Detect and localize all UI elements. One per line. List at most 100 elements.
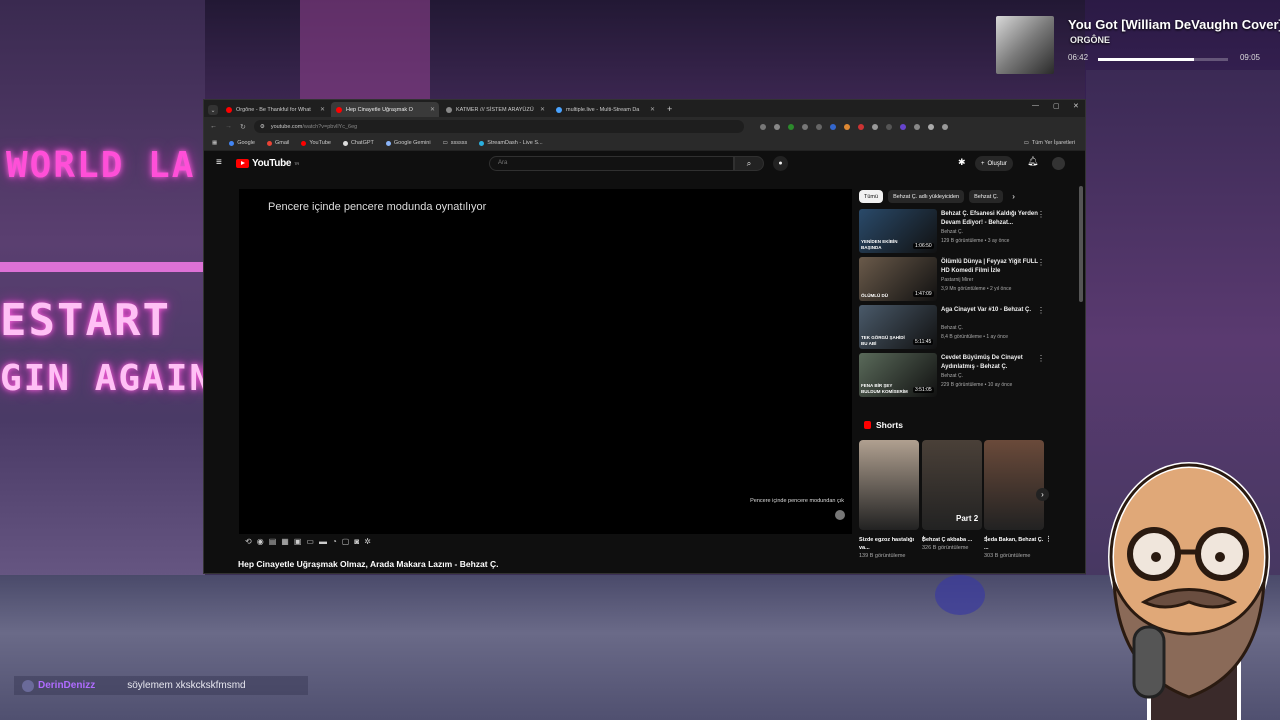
browser-tab-0[interactable]: Orgône - Be Thankful for What ✕ xyxy=(221,102,329,117)
speed-icon[interactable]: ◔ xyxy=(332,537,337,546)
profile-icon[interactable] xyxy=(927,123,934,130)
download-icon[interactable]: ▢ xyxy=(342,537,350,546)
forward-icon[interactable]: → xyxy=(225,123,232,130)
screenshot-icon[interactable]: ◙ xyxy=(354,537,359,546)
menu-hamburger-icon[interactable]: ≡ xyxy=(216,157,222,168)
cinema-icon[interactable]: ▦ xyxy=(281,537,289,546)
site-info-icon[interactable]: ⚙ xyxy=(260,124,265,130)
tab-close-icon[interactable]: ✕ xyxy=(430,106,435,113)
browser-tab-2[interactable]: KATMER /// SİSTEM ARAYÜZÜ ✕ xyxy=(441,102,549,117)
extensions-puzzle-icon[interactable] xyxy=(913,123,920,130)
url-path: /watch?v=pbvllYc_6eg xyxy=(302,123,358,130)
tab-close-icon[interactable]: ✕ xyxy=(650,106,655,113)
page-scrollbar[interactable] xyxy=(1079,186,1083,302)
subtitles-icon[interactable]: ▬ xyxy=(319,537,327,546)
chip-related[interactable]: Behzat Ç. xyxy=(969,190,1004,203)
all-bookmarks[interactable]: ▭ Tüm Yer İşaretleri xyxy=(1024,140,1075,146)
chevron-right-icon[interactable]: › xyxy=(1012,192,1015,201)
search-input[interactable]: Ara xyxy=(489,156,734,171)
recommendation-item[interactable]: ÖLÜMLÜ DÜ 1:47:09 Ölümlü Dünya | Feyyaz Yi… xyxy=(859,257,1049,301)
short-title[interactable]: Sizde egzoz hastalığı va... xyxy=(859,536,919,552)
extension-icon[interactable] xyxy=(829,123,836,130)
audio-icon[interactable]: ◉ xyxy=(257,537,264,546)
maximize-icon[interactable]: ▢ xyxy=(1053,102,1060,110)
notifications-bell-icon[interactable]: 🔔︎ xyxy=(1027,156,1038,167)
video-title[interactable]: Cevdet Büyümüş De Cinayet Aydınlatmış - … xyxy=(941,354,1039,372)
bookmark-google[interactable]: Google xyxy=(229,140,255,146)
miniplayer-icon[interactable]: ▭ xyxy=(306,537,314,546)
shorts-next-icon[interactable]: › xyxy=(1036,488,1049,501)
streamer-avatar xyxy=(1094,462,1280,720)
microphone-icon[interactable]: ● xyxy=(773,156,788,171)
short-info[interactable]: Sizde egzoz hastalığı va... 139 B görüntü… xyxy=(859,536,927,560)
tab-close-icon[interactable]: ✕ xyxy=(540,106,545,113)
short-title[interactable]: Behzat Ç akbaba ... xyxy=(922,536,982,544)
short-thumbnail[interactable]: Part 2 xyxy=(922,440,982,530)
extension-icon[interactable] xyxy=(899,123,906,130)
playlist-icon[interactable]: ▤ xyxy=(269,537,277,546)
more-options-icon[interactable]: ⋮ xyxy=(1037,354,1045,363)
apps-grid-icon[interactable]: ▦ xyxy=(212,140,217,146)
bookmark-star-icon[interactable] xyxy=(773,123,780,130)
gear-icon[interactable]: ✱ xyxy=(958,157,966,168)
extension-icon[interactable] xyxy=(815,123,822,130)
bookmark-streamdash[interactable]: StreamDash - Live S... xyxy=(479,140,543,146)
extension-icon[interactable] xyxy=(843,123,850,130)
short-title[interactable]: Seda Bakan, Behzat Ç. ... xyxy=(984,536,1044,552)
more-options-icon[interactable]: ⋮ xyxy=(1037,258,1045,267)
channel-name[interactable]: Behzat Ç. xyxy=(941,229,963,235)
bookmark-label: Google Gemini xyxy=(393,140,431,146)
extension-icon[interactable] xyxy=(787,123,794,130)
screen-icon[interactable]: ▣ xyxy=(294,537,302,546)
channel-name[interactable]: Behzat Ç. xyxy=(941,373,963,379)
url-field[interactable]: ⚙ youtube.com/watch?v=pbvllYc_6eg xyxy=(253,120,744,133)
more-menu-icon[interactable] xyxy=(941,123,948,130)
bookmark-chatgpt[interactable]: ChatGPT xyxy=(342,140,374,146)
extension-icon[interactable] xyxy=(885,123,892,130)
back-icon[interactable]: ← xyxy=(210,123,217,130)
loop-icon[interactable]: ⟲ xyxy=(245,537,252,546)
recommendation-item[interactable]: TEK GÖRGÜ ŞAHİDİ BU ABİ 5:11:45 Aga Cinaye… xyxy=(859,305,1049,349)
settings-icon[interactable]: ✲ xyxy=(364,537,371,546)
video-title[interactable]: Aga Cinayet Var #10 - Behzat Ç. xyxy=(941,306,1039,315)
more-options-icon[interactable]: ⋮ xyxy=(1037,210,1045,219)
new-tab-button[interactable]: + xyxy=(667,104,672,114)
short-info[interactable]: Behzat Ç akbaba ... 326 B görüntüleme ⋮ xyxy=(922,536,990,552)
extension-icon[interactable] xyxy=(871,123,878,130)
bookmark-gmail[interactable]: Gmail xyxy=(266,140,289,146)
bookmark-folder[interactable]: ▭ ssssss xyxy=(443,140,468,146)
short-info[interactable]: Seda Bakan, Behzat Ç. ... 303 B görüntüle… xyxy=(984,536,1052,560)
browser-tab-3[interactable]: multiple.live - Multi-Stream Da ✕ xyxy=(551,102,659,117)
more-options-icon[interactable]: ⋮ xyxy=(1045,536,1052,544)
recommendation-item[interactable]: YENİDEN EKİBİN BAŞINDA 1:06:50 Behzat Ç. E… xyxy=(859,209,1049,253)
avatar[interactable] xyxy=(1052,157,1065,170)
reload-icon[interactable]: ↻ xyxy=(240,123,246,131)
channel-name[interactable]: Behzat Ç. xyxy=(941,325,963,331)
cast-icon[interactable] xyxy=(759,123,766,130)
recommendation-item[interactable]: FENA BİR ŞEY BULDUM KOMİSERİM 3:51:05 Cevd… xyxy=(859,353,1049,397)
tab-close-icon[interactable]: ✕ xyxy=(320,106,325,113)
extension-icon[interactable] xyxy=(857,123,864,130)
video-title[interactable]: Behzat Ç. Efsanesi Kaldığı Yerden Devam … xyxy=(941,210,1039,228)
bookmark-youtube[interactable]: YouTube xyxy=(301,140,331,146)
extension-icon[interactable] xyxy=(801,123,808,130)
browser-tab-1[interactable]: Hep Cinayetle Uğraşmak O ✕ xyxy=(331,102,439,117)
video-player[interactable]: Pencere içinde pencere modunda oynatılıy… xyxy=(239,189,852,546)
video-title[interactable]: Ölümlü Dünya | Feyyaz Yiğit FULL HD Kome… xyxy=(941,258,1039,276)
user-badge-icon xyxy=(22,679,34,692)
chip-all[interactable]: Tümü xyxy=(859,190,884,203)
close-window-icon[interactable]: ✕ xyxy=(1073,102,1079,110)
tab-search-button[interactable]: ⌄ xyxy=(208,105,218,115)
short-thumbnail[interactable] xyxy=(859,440,919,530)
bookmark-gemini[interactable]: Google Gemini xyxy=(385,140,431,146)
chip-uploader[interactable]: Behzat Ç. adlı yükleyiciden xyxy=(888,190,965,203)
more-options-icon[interactable]: ⋮ xyxy=(1037,306,1045,315)
minimize-icon[interactable]: — xyxy=(1032,102,1039,109)
channel-name[interactable]: Pastarnij Mirer xyxy=(941,277,973,283)
short-thumbnail[interactable] xyxy=(984,440,1044,530)
bookmarks-bar: ▦ Google Gmail YouTube ChatGPT Google Ge… xyxy=(204,136,1085,151)
pip-exit-label[interactable]: Pencere içinde pencere modundan çık xyxy=(750,498,844,504)
youtube-logo[interactable]: YouTube TR xyxy=(236,158,299,169)
search-icon[interactable]: ⌕ xyxy=(734,156,764,171)
create-button[interactable]: + Oluştur xyxy=(975,156,1013,171)
